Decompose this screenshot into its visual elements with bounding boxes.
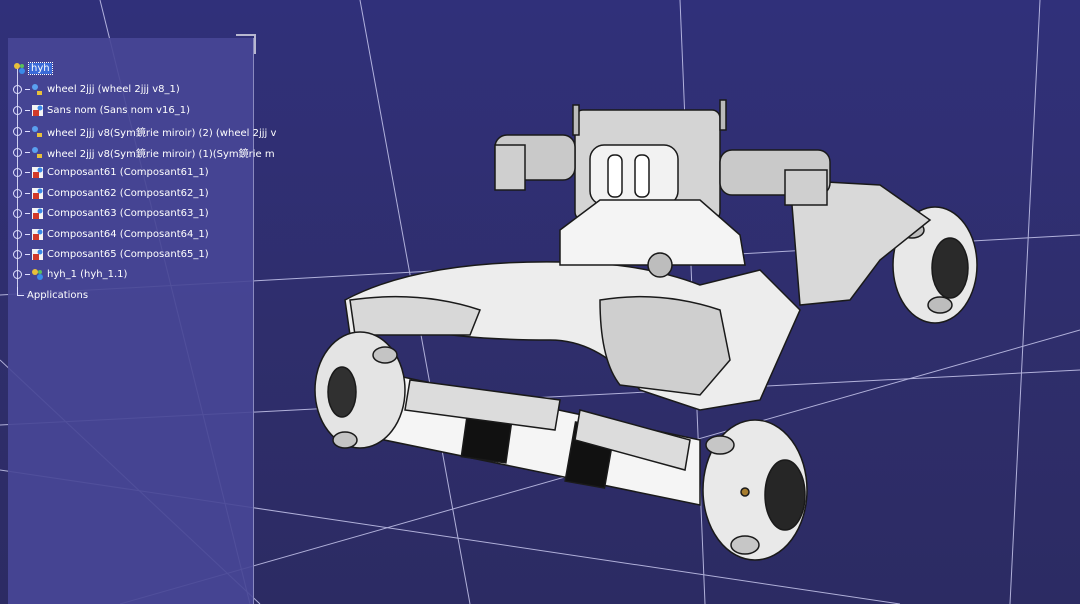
component-icon <box>32 166 43 178</box>
product-icon <box>32 268 43 280</box>
tree-dash <box>25 151 30 153</box>
tree-node-item[interactable]: Composant62 (Composant62_1) <box>13 184 209 202</box>
expand-toggle-icon[interactable] <box>13 229 22 239</box>
tree-node-label: hyh <box>28 61 53 75</box>
part-link-icon <box>32 83 42 95</box>
expand-toggle-icon[interactable] <box>13 188 22 198</box>
tree-node-root[interactable]: hyh <box>13 59 53 77</box>
tree-dash <box>25 233 30 235</box>
tree-node-label: Composant65 (Composant65_1) <box>47 248 209 260</box>
tree-node-item[interactable]: Composant63 (Composant63_1) <box>13 204 209 222</box>
3d-viewport[interactable]: hyh wheel 2jjj (wheel 2jjj v8_1) Sans no… <box>0 0 1080 604</box>
tree-node-applications[interactable]: Applications <box>13 286 88 304</box>
component-icon <box>32 207 43 219</box>
component-icon <box>32 248 43 260</box>
expand-toggle-icon[interactable] <box>13 126 22 136</box>
expand-toggle-icon[interactable] <box>13 147 22 157</box>
component-icon <box>32 228 43 240</box>
tree-branch-icon <box>17 286 24 296</box>
expand-toggle-icon[interactable] <box>13 269 22 279</box>
tree-dash <box>25 130 30 132</box>
component-icon <box>32 187 43 199</box>
expand-toggle-icon[interactable] <box>13 249 22 259</box>
part-link-icon <box>32 146 42 158</box>
part-link-icon <box>32 125 42 137</box>
tree-node-item[interactable]: hyh_1 (hyh_1.1) <box>13 265 127 283</box>
tree-node-label: wheel 2jjj v8(Sym鏡rie miroir) (1)(Sym鏡ri… <box>47 148 275 160</box>
wheel-front-left <box>314 331 406 449</box>
tree-node-item[interactable]: Composant64 (Composant64_1) <box>13 225 209 243</box>
tree-node-label: Applications <box>27 289 89 301</box>
tree-dash <box>25 192 30 194</box>
tree-node-item[interactable]: Composant61 (Composant61_1) <box>13 163 209 181</box>
tree-node-label: Sans nom (Sans nom v16_1) <box>47 104 190 116</box>
wheel-front-right <box>702 419 808 561</box>
expand-toggle-icon[interactable] <box>13 84 22 94</box>
expand-toggle-icon[interactable] <box>13 105 22 115</box>
product-icon <box>14 62 25 74</box>
tree-node-item[interactable]: wheel 2jjj v8(Sym鏡rie miroir) (1)(Sym鏡ri… <box>13 143 275 161</box>
component-icon <box>32 104 43 116</box>
tree-node-label: wheel 2jjj v8(Sym鏡rie miroir) (2) (wheel… <box>47 127 277 139</box>
expand-toggle-icon[interactable] <box>13 167 22 177</box>
tree-dash <box>25 171 30 173</box>
tree-node-label: Composant64 (Composant64_1) <box>47 228 209 240</box>
tree-dash <box>25 212 30 214</box>
tree-dash <box>25 88 30 90</box>
tree-node-item[interactable]: wheel 2jjj (wheel 2jjj v8_1) <box>13 80 180 98</box>
tree-dash <box>25 253 30 255</box>
tree-node-label: Composant63 (Composant63_1) <box>47 207 209 219</box>
tree-node-label: Composant61 (Composant61_1) <box>47 166 209 178</box>
robot-model <box>314 99 978 561</box>
tree-node-label: Composant62 (Composant62_1) <box>47 187 209 199</box>
tree-node-item[interactable]: Composant65 (Composant65_1) <box>13 245 209 263</box>
specification-tree[interactable]: hyh wheel 2jjj (wheel 2jjj v8_1) Sans no… <box>8 38 276 604</box>
expand-toggle-icon[interactable] <box>13 208 22 218</box>
tree-node-label: wheel 2jjj (wheel 2jjj v8_1) <box>47 83 180 95</box>
tree-node-item[interactable]: Sans nom (Sans nom v16_1) <box>13 101 190 119</box>
tree-node-label: hyh_1 (hyh_1.1) <box>47 268 128 280</box>
tree-node-item[interactable]: wheel 2jjj v8(Sym鏡rie miroir) (2) (wheel… <box>13 122 276 140</box>
tree-dash <box>25 273 30 275</box>
tree-dash <box>25 109 30 111</box>
